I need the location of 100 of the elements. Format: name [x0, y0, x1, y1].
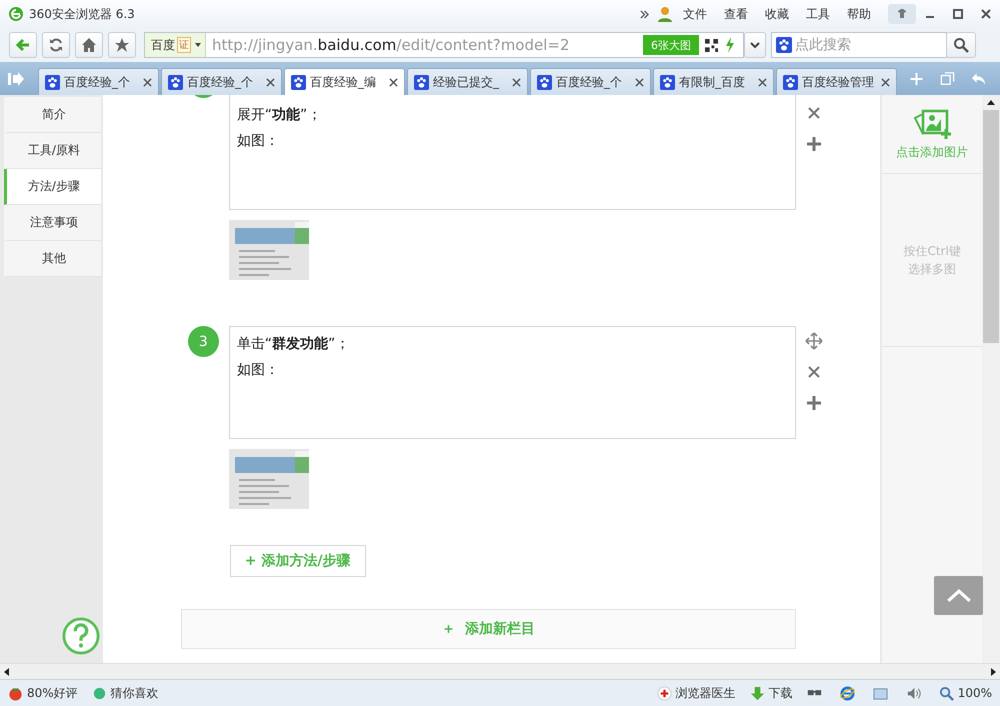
step-text: 如图：	[236, 132, 280, 150]
sidebar-item[interactable]: 其他	[4, 241, 101, 277]
window-title: 360安全浏览器 6.3	[29, 6, 135, 22]
add-icon[interactable]	[804, 394, 823, 412]
tomato-icon[interactable]	[8, 686, 23, 700]
add-image-label: 点击添加图片	[896, 144, 968, 160]
refresh-button[interactable]	[42, 32, 70, 58]
horizontal-scrollbar[interactable]	[0, 663, 1000, 679]
search-box[interactable]: 点此搜索	[771, 32, 947, 58]
browser-tab[interactable]: 百度经验_个	[530, 68, 651, 95]
help-icon[interactable]	[62, 617, 100, 655]
search-field[interactable]: 点此搜索	[795, 34, 945, 56]
tab-label: 经验已提交_	[433, 74, 500, 90]
browser-logo-icon	[8, 6, 24, 22]
home-icon	[81, 37, 97, 53]
home-button[interactable]	[75, 32, 103, 58]
browser-tab[interactable]: 百度经验_个	[161, 68, 282, 95]
scroll-left-arrow-icon[interactable]	[4, 668, 9, 676]
sidebar-toggle-icon[interactable]	[8, 72, 24, 86]
shirt-icon	[896, 8, 908, 20]
add-icon[interactable]	[804, 135, 823, 153]
paw-icon	[291, 74, 306, 90]
dropdown-button[interactable]	[744, 32, 766, 58]
tab-label: 有限制_百度	[679, 74, 746, 90]
minimize-icon	[926, 16, 934, 18]
speaker-icon[interactable]	[906, 686, 921, 700]
tab-label: 百度经验_个	[187, 74, 254, 90]
close-icon[interactable]	[635, 78, 644, 86]
browser-tab[interactable]: 有限制_百度	[653, 68, 774, 95]
tab-label: 百度经验管理	[802, 74, 875, 90]
close-icon[interactable]	[266, 78, 275, 86]
close-icon[interactable]	[143, 78, 152, 86]
user-icon[interactable]	[657, 6, 673, 22]
browser-tab[interactable]: 百度经验管理	[776, 68, 897, 95]
double-chevron-icon[interactable]	[640, 10, 649, 18]
browser-tab[interactable]: 百度经验_编	[284, 68, 405, 95]
rating-text[interactable]: 80%好评	[27, 684, 78, 702]
paw-icon	[537, 74, 552, 90]
vertical-scrollbar[interactable]	[982, 95, 1000, 663]
ie-logo-icon[interactable]	[840, 686, 855, 700]
paw-icon	[783, 74, 798, 90]
menu-item[interactable]: 帮助	[847, 6, 871, 22]
menu-item[interactable]: 收藏	[765, 6, 789, 22]
step-text: 如图：	[236, 361, 280, 379]
download-arrow-icon[interactable]	[750, 686, 765, 700]
maximize-icon	[952, 8, 964, 20]
close-icon	[980, 8, 992, 20]
search-button[interactable]	[946, 32, 976, 58]
paw-icon	[45, 74, 60, 90]
paw-icon[interactable]	[776, 37, 792, 53]
hint-text: 按住Ctrl键	[903, 243, 961, 260]
zoom-level[interactable]: 100%	[958, 686, 992, 700]
tab-label: 百度经验_个	[556, 74, 623, 90]
lightning-icon[interactable]	[725, 37, 735, 53]
scroll-up-arrow-icon[interactable]	[987, 100, 996, 105]
sidebar-item[interactable]: 方法/步骤	[4, 169, 101, 205]
paw-icon	[660, 74, 675, 90]
close-icon[interactable]	[758, 78, 767, 86]
zoom-icon[interactable]	[938, 686, 954, 700]
back-button[interactable]	[9, 32, 37, 58]
tab-label: 百度经验_个	[64, 74, 131, 90]
close-icon[interactable]	[881, 78, 890, 86]
scroll-right-arrow-icon[interactable]	[991, 668, 996, 676]
browser-tab[interactable]: 百度经验_个	[38, 68, 159, 95]
paw-icon	[168, 74, 183, 90]
skin-button[interactable]	[888, 4, 916, 24]
browser-tab[interactable]: 经验已提交_	[407, 68, 528, 95]
doctor-link[interactable]: 浏览器医生	[676, 684, 736, 702]
favorite-button[interactable]	[108, 32, 136, 58]
step-text: 展开“功能”；	[236, 106, 322, 124]
download-link[interactable]: 下载	[768, 684, 793, 702]
engine-label[interactable]: 百度 证	[145, 33, 206, 57]
qr-code-icon[interactable]	[705, 38, 718, 52]
sidebar-item[interactable]: 工具/原料	[4, 133, 101, 169]
step-number: 3	[188, 326, 219, 357]
image-icon	[912, 108, 952, 140]
move-icon[interactable]	[804, 332, 823, 350]
menu-item[interactable]: 文件	[683, 6, 707, 22]
sidebar-item[interactable]: 简介	[4, 97, 101, 133]
window-icon[interactable]	[872, 686, 888, 700]
dot-icon[interactable]	[92, 686, 107, 700]
chevron-up-icon	[946, 588, 972, 603]
back-to-top-button[interactable]	[934, 576, 983, 615]
dropdown-triangle-icon[interactable]	[195, 43, 201, 47]
screenshot-thumbnail-drawing[interactable]	[228, 449, 309, 509]
search-icon	[953, 37, 969, 53]
step-text: 单击“群发功能”；	[236, 335, 350, 353]
step-text-box[interactable]: 展开“功能”； 如图：	[228, 95, 796, 210]
medical-cross-icon[interactable]	[656, 686, 672, 700]
url-text: http://jingyan.baidu.com/edit/content?model=2	[212, 36, 570, 54]
close-icon[interactable]	[389, 78, 398, 86]
menu-item[interactable]: 查看	[724, 6, 748, 22]
close-icon[interactable]	[512, 78, 521, 86]
screenshot-thumbnail-drawing[interactable]	[228, 220, 309, 280]
menu-item[interactable]: 工具	[806, 6, 830, 22]
step-text-box[interactable]: 单击“群发功能”； 如图：	[228, 326, 796, 439]
refresh-icon	[48, 37, 64, 53]
sidebar-item[interactable]: 注意事项	[4, 205, 101, 241]
recommend-link[interactable]: 猜你喜欢	[110, 684, 159, 702]
address-field[interactable]: 百度 证 http://jingyan.baidu.com/edit/content?model=2 6张大图	[144, 32, 744, 58]
